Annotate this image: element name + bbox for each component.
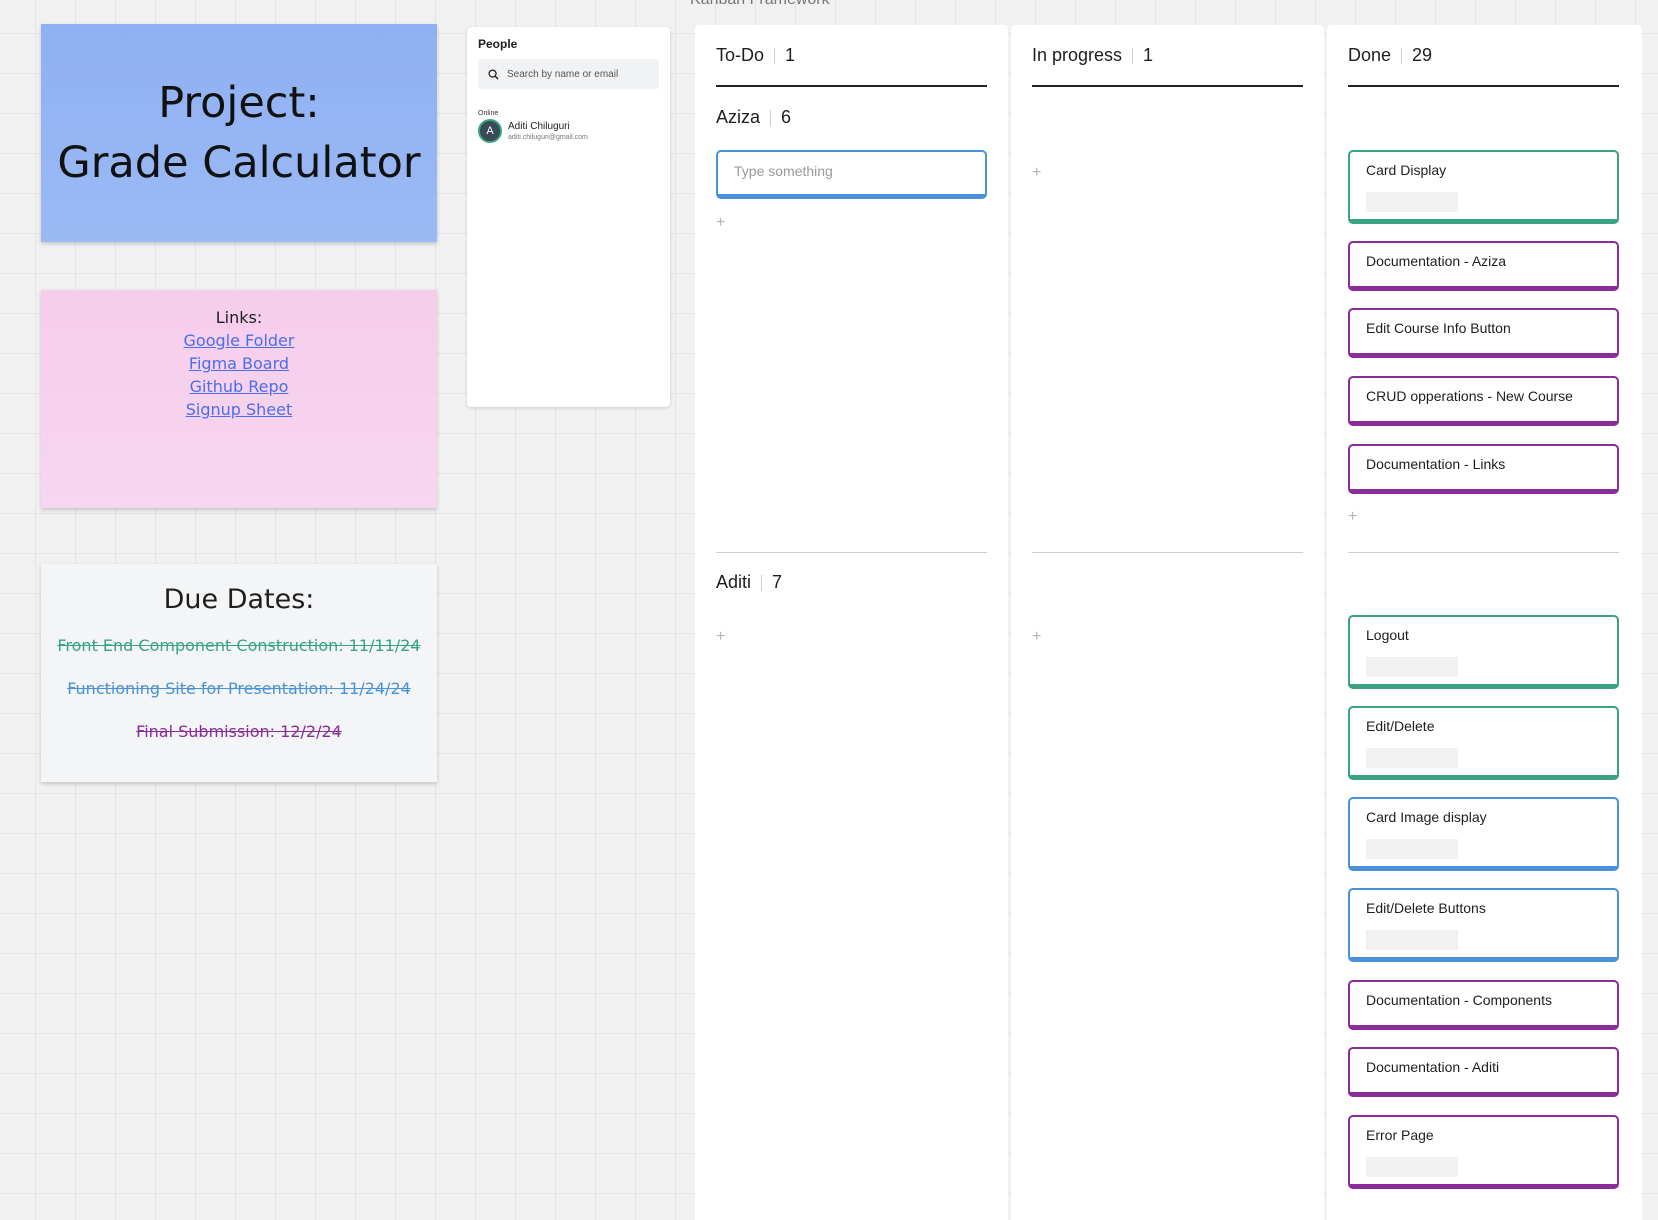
- user-email: aditi.chiluguri@gmail.com: [508, 133, 588, 141]
- link-signup-sheet[interactable]: Signup Sheet: [41, 398, 437, 421]
- kanban-card[interactable]: Error Page: [1348, 1115, 1619, 1189]
- link-figma-board[interactable]: Figma Board: [41, 352, 437, 375]
- column-name: To-Do: [716, 45, 765, 65]
- kanban-card[interactable]: Edit/Delete: [1348, 706, 1619, 780]
- lane-count: 7: [772, 572, 783, 592]
- links-header: Links:: [215, 308, 263, 327]
- card-tag-placeholder: [1366, 839, 1458, 859]
- lane-name: Aditi: [716, 572, 752, 592]
- card-title: Card Display: [1366, 162, 1447, 178]
- link-github-repo[interactable]: Github Repo: [41, 375, 437, 398]
- people-title: People: [478, 37, 518, 51]
- people-panel: People Search by name or email Online A …: [467, 27, 670, 407]
- link-google-folder[interactable]: Google Folder: [41, 329, 437, 352]
- card-title: Documentation - Aziza: [1366, 253, 1507, 269]
- due-date-item: Final Submission: 12/2/24: [136, 722, 342, 741]
- column-done: Done 29 Card Display Documentation - Azi…: [1327, 25, 1642, 1220]
- kanban-card[interactable]: Edit/Delete Buttons: [1348, 888, 1619, 962]
- column-in-progress: In progress 1 + +: [1011, 25, 1324, 1220]
- add-card-button[interactable]: +: [716, 628, 725, 646]
- card-tag-placeholder: [1366, 1157, 1458, 1177]
- card-title: Error Page: [1366, 1127, 1434, 1143]
- kanban-card[interactable]: Card Image display: [1348, 797, 1619, 871]
- kanban-card[interactable]: Documentation - Components: [1348, 980, 1619, 1030]
- column-count: 1: [785, 45, 796, 65]
- card-tag-placeholder: [1366, 748, 1458, 768]
- project-title-note[interactable]: Project: Grade Calculator: [41, 24, 437, 242]
- new-card-input[interactable]: Type something: [716, 150, 987, 199]
- lane-header-aditi: Aditi 7: [716, 572, 782, 593]
- kanban-card[interactable]: Documentation - Aziza: [1348, 241, 1619, 291]
- card-tag-placeholder: [1366, 192, 1458, 212]
- frame-title: Kanban Framework: [690, 0, 830, 9]
- column-name: In progress: [1032, 45, 1123, 65]
- online-label: Online: [478, 110, 499, 117]
- kanban-card[interactable]: Documentation - Links: [1348, 444, 1619, 494]
- kanban-card[interactable]: Logout: [1348, 615, 1619, 689]
- people-search-input[interactable]: Search by name or email: [478, 59, 659, 89]
- add-card-button[interactable]: +: [1032, 628, 1041, 646]
- card-title: Card Image display: [1366, 809, 1487, 825]
- due-date-item: Functioning Site for Presentation: 11/24…: [67, 679, 411, 698]
- card-title: Edit/Delete Buttons: [1366, 900, 1486, 916]
- lane-name: Aziza: [716, 107, 761, 127]
- column-todo: To-Do 1 Aziza 6 Type something + Aditi 7…: [695, 25, 1008, 1220]
- card-tag-placeholder: [1366, 657, 1458, 677]
- column-count: 1: [1143, 45, 1154, 65]
- due-dates-header: Due Dates:: [163, 584, 315, 615]
- column-name: Done: [1348, 45, 1392, 65]
- card-title: Edit Course Info Button: [1366, 320, 1511, 336]
- people-search-placeholder: Search by name or email: [507, 68, 619, 80]
- add-card-button[interactable]: +: [716, 214, 725, 232]
- card-title: Edit/Delete: [1366, 718, 1435, 734]
- add-card-button[interactable]: +: [1348, 508, 1357, 526]
- card-title: CRUD opperations - New Course: [1366, 388, 1573, 404]
- card-title: Documentation - Components: [1366, 992, 1552, 1008]
- kanban-card[interactable]: CRUD opperations - New Course: [1348, 376, 1619, 426]
- kanban-card[interactable]: Card Display: [1348, 150, 1619, 224]
- project-title-line2: Grade Calculator: [57, 138, 421, 188]
- card-tag-placeholder: [1366, 930, 1458, 950]
- search-icon: [488, 68, 499, 80]
- user-name: Aditi Chiluguri: [508, 120, 570, 132]
- kanban-card[interactable]: Edit Course Info Button: [1348, 308, 1619, 358]
- card-title: Documentation - Links: [1366, 456, 1506, 472]
- due-dates-note[interactable]: Due Dates: Front End Component Construct…: [41, 564, 437, 782]
- card-title: Logout: [1366, 627, 1409, 643]
- project-title-line1: Project:: [158, 78, 320, 128]
- online-user[interactable]: A Aditi Chiluguri aditi.chiluguri@gmail.…: [478, 119, 659, 143]
- card-title: Documentation - Aditi: [1366, 1059, 1500, 1075]
- due-date-item: Front End Component Construction: 11/11/…: [57, 636, 421, 655]
- column-count: 29: [1412, 45, 1433, 65]
- add-card-button[interactable]: +: [1032, 164, 1041, 182]
- lane-count: 6: [781, 107, 792, 127]
- lane-header-aziza: Aziza 6: [716, 107, 791, 128]
- column-header: To-Do 1: [716, 45, 795, 66]
- avatar: A: [478, 119, 502, 143]
- column-header: Done 29: [1348, 45, 1432, 66]
- kanban-card[interactable]: Documentation - Aditi: [1348, 1047, 1619, 1097]
- column-header: In progress 1: [1032, 45, 1153, 66]
- links-note[interactable]: Links: Google Folder Figma Board Github …: [41, 290, 437, 508]
